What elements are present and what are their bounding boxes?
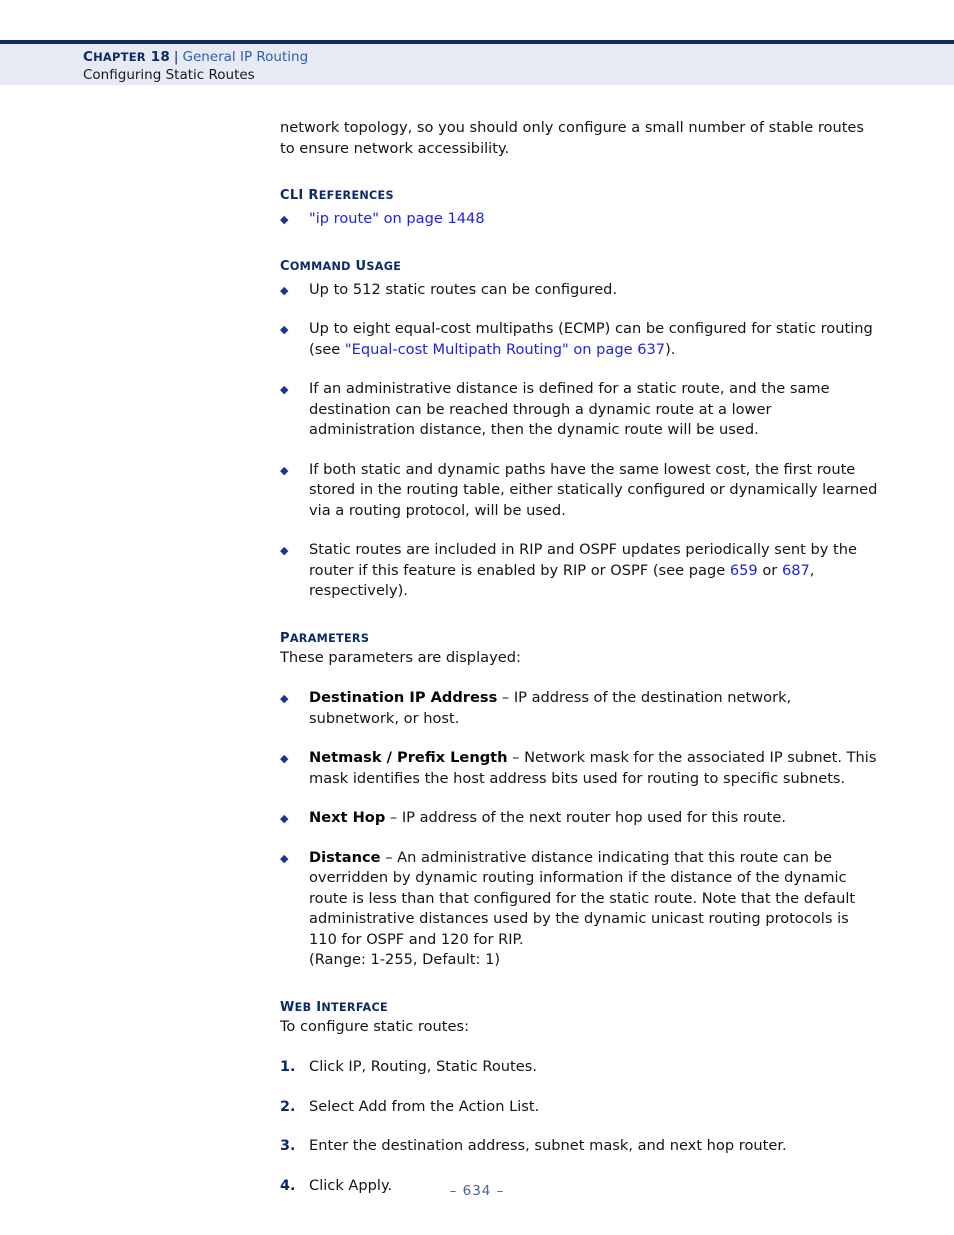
section-heading-web-interface: WEB INTERFACE — [280, 999, 388, 1015]
header-section-title: Configuring Static Routes — [83, 67, 255, 83]
ecmp-routing-link[interactable]: "Equal-cost Multipath Routing" on page 6… — [345, 341, 665, 358]
diamond-bullet-icon: ◆ — [280, 463, 289, 477]
step-text: Select Add from the Action List. — [309, 1097, 540, 1115]
list-item-text-mid: or — [757, 561, 782, 579]
list-item: ◆ If an administrative distance is defin… — [280, 379, 878, 441]
heading-smallcaps: ARAMETERS — [289, 631, 370, 645]
parameter-description: – An administrative distance indicating … — [309, 848, 856, 948]
header-inner: CHAPTER 18 | General IP Routing Configurin… — [0, 44, 954, 85]
diamond-bullet-icon: ◆ — [280, 383, 289, 396]
parameter-description: – IP address of the next router hop used… — [385, 809, 787, 826]
diamond-bullet-icon: ◆ — [280, 213, 289, 226]
diamond-bullet-icon: ◆ — [280, 812, 289, 825]
list-item-text: Up to 512 static routes can be configure… — [309, 280, 618, 298]
diamond-bullet-icon: ◆ — [280, 544, 289, 557]
web-interface-intro: To configure static routes: — [280, 1017, 469, 1035]
section-heading-command-usage: COMMAND USAGE — [280, 258, 402, 274]
step-number: 2. — [280, 1098, 296, 1115]
section-heading-cli-references: CLI REFERENCES — [280, 188, 394, 203]
parameter-term: Next Hop — [309, 809, 386, 826]
list-item-text: If an administrative distance is defined… — [309, 380, 830, 438]
page-659-link[interactable]: 659 — [730, 562, 758, 579]
heading-smallcaps: NTERFACE — [321, 1000, 388, 1014]
diamond-bullet-icon: ◆ — [280, 692, 289, 705]
command-usage-list: ◆ Up to 512 static routes can be configu… — [280, 280, 878, 602]
page-number: – 634 – — [449, 1183, 505, 1199]
page-687-link[interactable]: 687 — [782, 562, 810, 579]
heading-smallcaps: SAGE — [366, 259, 402, 273]
list-item: 3. Enter the destination address, subnet… — [280, 1136, 878, 1157]
diamond-bullet-icon: ◆ — [280, 752, 289, 765]
parameter-term: Distance — [309, 848, 381, 866]
step-text: Click IP, Routing, Static Routes. — [309, 1058, 537, 1075]
list-item: 2. Select Add from the Action List. — [280, 1097, 878, 1118]
heading-smallcaps: EB — [294, 1000, 312, 1014]
heading-smallcaps: EFERENCES — [318, 189, 394, 202]
list-item: ◆ Next Hop – IP address of the next rout… — [280, 808, 878, 829]
parameters-intro: These parameters are displayed: — [280, 648, 521, 666]
parameters-list: ◆ Destination IP Address – IP address of… — [280, 688, 878, 971]
web-interface-steps: 1. Click IP, Routing, Static Routes. 2. … — [280, 1057, 878, 1196]
section-heading-parameters: PARAMETERS — [280, 630, 370, 646]
cli-reference-link[interactable]: "ip route" on page 1448 — [309, 210, 485, 227]
step-number: 3. — [280, 1138, 296, 1154]
list-item: ◆ Netmask / Prefix Length – Network mask… — [280, 748, 878, 789]
list-item: ◆ Destination IP Address – IP address of… — [280, 688, 878, 729]
parameter-term: Netmask / Prefix Length — [309, 749, 508, 766]
intro-paragraph: network topology, so you should only con… — [280, 119, 864, 157]
diamond-bullet-icon: ◆ — [280, 283, 289, 297]
page-footer: – 634 – — [0, 1183, 954, 1199]
list-item: ◆ Up to 512 static routes can be configu… — [280, 280, 878, 301]
parameter-range: (Range: 1-255, Default: 1) — [309, 951, 501, 968]
step-number: 1. — [280, 1059, 296, 1075]
cli-references-list: ◆ "ip route" on page 1448 — [280, 209, 878, 230]
list-item: ◆ Up to eight equal-cost multipaths (ECM… — [280, 319, 878, 360]
step-text: Enter the destination address, subnet ma… — [309, 1137, 787, 1154]
header-chapter-label-smallcaps: HAPTER — [93, 50, 146, 64]
diamond-bullet-icon: ◆ — [280, 851, 289, 865]
diamond-bullet-icon: ◆ — [280, 323, 289, 336]
list-item: ◆ Distance – An administrative distance … — [280, 848, 878, 971]
header-chapter-line: CHAPTER 18 | General IP Routing — [83, 48, 954, 66]
list-item: ◆ Static routes are included in RIP and … — [280, 540, 878, 602]
parameter-term: Destination IP Address — [309, 689, 498, 706]
list-item: ◆ "ip route" on page 1448 — [280, 209, 878, 230]
header-chapter-title: General IP Routing — [182, 49, 309, 65]
page-running-header: CHAPTER 18 | General IP Routing Configurin… — [0, 40, 954, 85]
list-item: 1. Click IP, Routing, Static Routes. — [280, 1057, 878, 1078]
list-item-text-post: ). — [665, 340, 676, 358]
list-item-text: If both static and dynamic paths have th… — [309, 460, 878, 519]
header-chapter-label: CHAPTER 18 — [83, 49, 170, 65]
list-item: ◆ If both static and dynamic paths have … — [280, 460, 878, 522]
heading-smallcaps: OMMAND — [289, 259, 351, 273]
page-content: network topology, so you should only con… — [280, 118, 878, 1196]
header-separator: | — [173, 49, 179, 65]
